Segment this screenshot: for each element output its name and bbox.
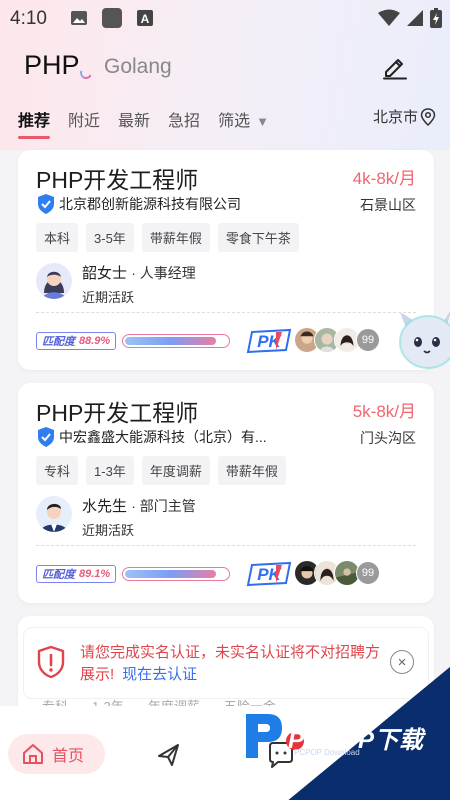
filter-tabs: 推荐 附近 最新 急招 筛选 ▼ [18, 104, 287, 139]
tab-filter[interactable]: 筛选 ▼ [218, 107, 269, 131]
recruiter-name: 韶女士 · 人事经理 [82, 262, 196, 283]
recruiter-activity: 近期活跃 [82, 523, 135, 538]
nav-home[interactable]: 首页 [8, 734, 105, 774]
match-label: 匹配度 [42, 569, 75, 581]
card-divider [36, 545, 416, 546]
watermark: PCPOP下载 PCPOP Download [286, 662, 450, 800]
nav-home-label: 首页 [52, 748, 85, 765]
company-row: 中宏鑫盛大能源科技（北京）有... [36, 426, 267, 448]
match-percent: 88.9% [79, 335, 111, 347]
tab-latest[interactable]: 最新 [118, 107, 150, 131]
pk-compare-icon[interactable]: PK [246, 559, 292, 587]
applicant-count: 99 [356, 561, 380, 585]
app-notification-icon [102, 8, 122, 28]
match-progress-fill [125, 337, 216, 345]
signal-icon [407, 10, 423, 26]
job-tags: 专科 1-3年 年度调薪 带薪年假 [36, 456, 286, 485]
watermark-logo-icon [246, 714, 282, 758]
job-title: PHP开发工程师 [36, 400, 199, 426]
recruiter-avatar [36, 263, 72, 299]
recruiter-role: · 人事经理 [131, 265, 196, 281]
status-time: 4:10 [10, 8, 47, 29]
job-salary: 5k-8k/月 [352, 402, 416, 421]
match-label: 匹配度 [42, 336, 75, 348]
home-icon [23, 744, 43, 764]
svg-text:A: A [141, 12, 150, 26]
tab-nearby[interactable]: 附近 [68, 107, 100, 131]
status-right-icons [378, 8, 442, 28]
battery-icon [430, 8, 442, 28]
verify-now-link[interactable]: 现在去认证 [122, 666, 197, 683]
job-tags: 本科 3-5年 带薪年假 零食下午茶 [36, 223, 299, 252]
gallery-icon [71, 11, 87, 25]
recruiter-name-text: 水先生 [82, 498, 128, 515]
match-row: 匹配度 89.1% [36, 565, 231, 583]
job-district: 石景山区 [360, 197, 416, 213]
warning-shield-icon [37, 645, 65, 679]
recruiter-avatar [36, 496, 72, 532]
watermark-subtitle: PCPOP Download [294, 748, 360, 757]
tab-urgent[interactable]: 急招 [168, 107, 200, 131]
card-divider [36, 312, 416, 313]
applicant-faces: 99 [294, 560, 380, 586]
location-pin-icon [420, 107, 436, 126]
lang-tab-php[interactable]: PHP [24, 50, 94, 81]
applicant-count: 99 [356, 328, 380, 352]
send-plane-icon[interactable] [156, 742, 182, 768]
match-progress-bar [122, 567, 231, 581]
match-progress-fill [125, 570, 217, 578]
job-tag: 带薪年假 [141, 223, 210, 252]
match-badge: 匹配度 88.9% [36, 332, 117, 350]
city-selector[interactable]: 北京市 [373, 106, 436, 127]
city-label: 北京市 [373, 109, 419, 126]
pk-compare-icon[interactable]: PK [246, 326, 292, 354]
lang-tab-golang[interactable]: Golang [104, 55, 172, 79]
job-tag: 专科 [36, 456, 79, 485]
job-tag: 零食下午茶 [217, 223, 299, 252]
dropdown-triangle-icon: ▼ [256, 114, 269, 129]
recruiter-name: 水先生 · 部门主管 [82, 495, 196, 516]
job-tag: 1-3年 [86, 456, 134, 485]
match-percent: 89.1% [79, 568, 111, 580]
recruiter-role: · 部门主管 [131, 498, 196, 514]
match-progress-bar [122, 334, 231, 348]
match-row: 匹配度 88.9% [36, 332, 231, 350]
edit-pencil-icon[interactable] [382, 54, 408, 80]
job-salary: 4k-8k/月 [352, 169, 416, 188]
job-tag: 本科 [36, 223, 79, 252]
job-card[interactable]: PHP开发工程师 4k-8k/月 北京郡创新能源科技有限公司 石景山区 本科 3… [18, 150, 434, 370]
verified-shield-icon [38, 194, 54, 214]
status-bar: 4:10 A [0, 0, 450, 36]
job-district: 门头沟区 [360, 430, 416, 446]
wifi-icon [378, 9, 400, 26]
job-tag: 3-5年 [86, 223, 134, 252]
mascot-icon[interactable] [396, 298, 450, 378]
company-name: 北京郡创新能源科技有限公司 [59, 196, 241, 212]
job-tag: 带薪年假 [217, 456, 286, 485]
recruiter-activity: 近期活跃 [82, 290, 135, 305]
match-badge: 匹配度 89.1% [36, 565, 117, 583]
verified-shield-icon [38, 427, 54, 447]
job-title: PHP开发工程师 [36, 167, 199, 193]
job-tag: 年度调薪 [141, 456, 210, 485]
tab-recommend[interactable]: 推荐 [18, 107, 51, 139]
company-name: 中宏鑫盛大能源科技（北京）有... [59, 429, 267, 445]
tab-filter-label: 筛选 [218, 113, 251, 130]
applicant-faces: 99 [294, 327, 380, 353]
job-card[interactable]: PHP开发工程师 5k-8k/月 中宏鑫盛大能源科技（北京）有... 门头沟区 … [18, 383, 434, 603]
font-app-icon: A [137, 10, 153, 26]
recruiter-name-text: 韶女士 [82, 265, 128, 282]
company-row: 北京郡创新能源科技有限公司 [36, 193, 241, 215]
